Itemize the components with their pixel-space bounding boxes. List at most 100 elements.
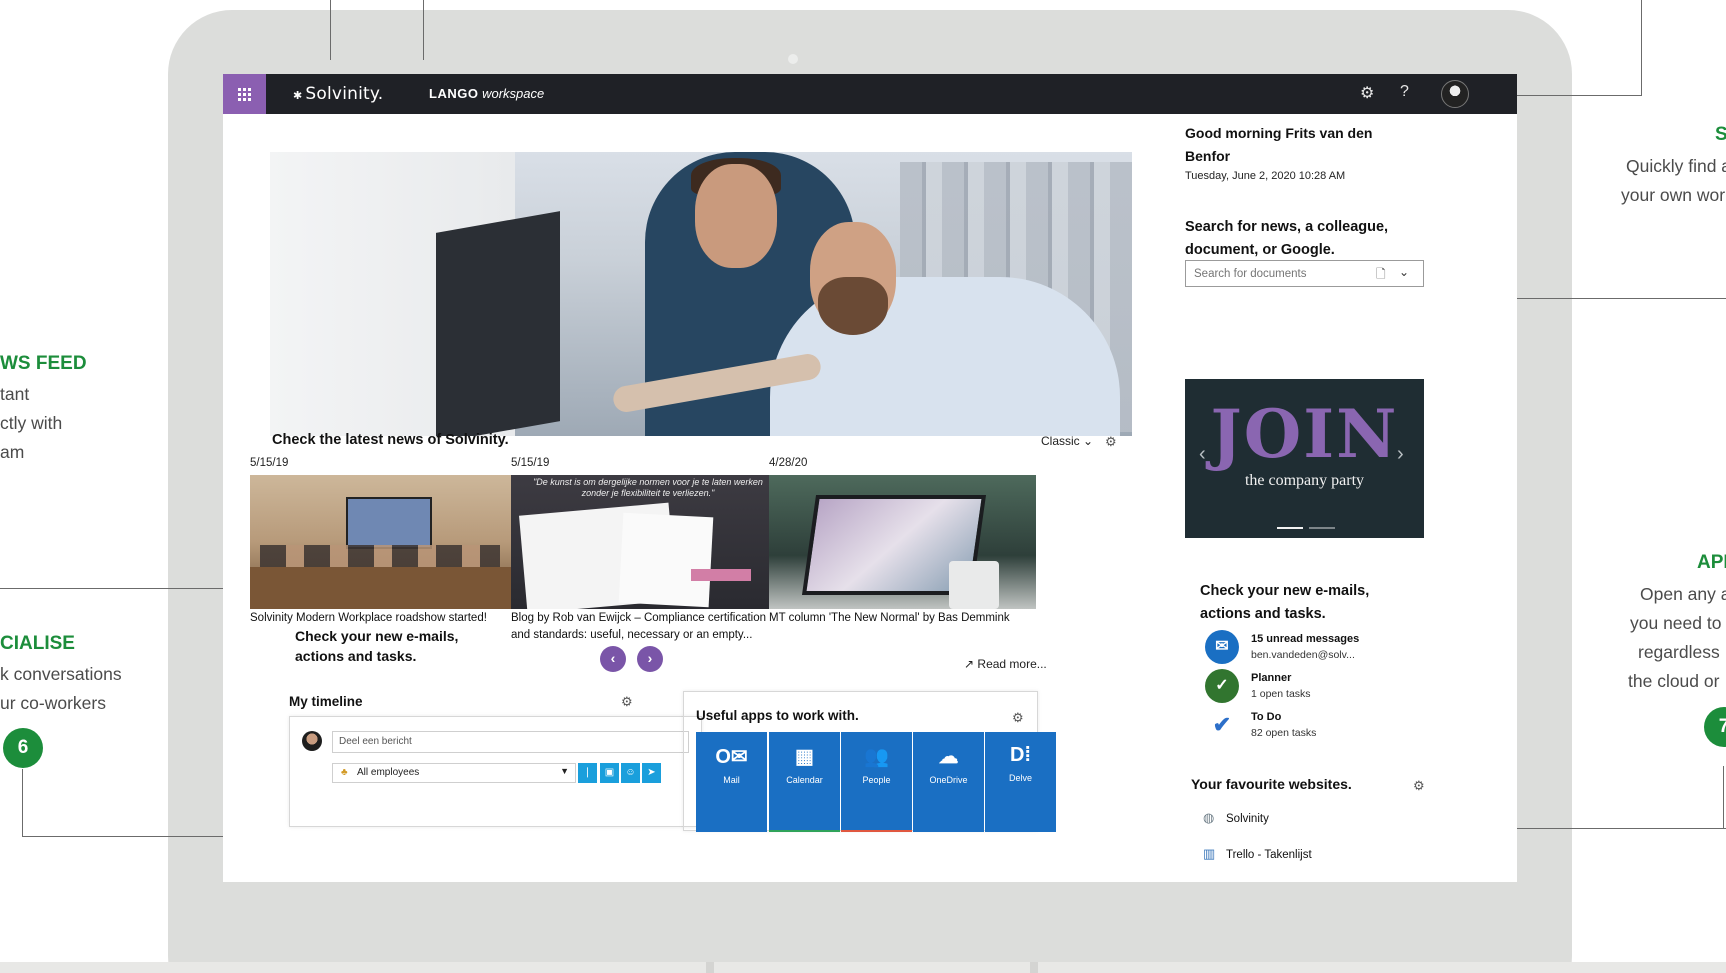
next-news-button[interactable]: ›: [637, 646, 663, 672]
top-navigation-bar: ✱ Solvinity. LANGO workspace ⚙ ?: [223, 74, 1517, 114]
step-number-badge: 7: [1704, 707, 1726, 747]
outlook-icon: O✉: [715, 746, 748, 768]
task-item-mail[interactable]: ✉ 15 unread messages ben.vandeden@solv..…: [1205, 630, 1415, 666]
app-tile-accent: [913, 830, 984, 832]
external-arrow-icon: ↗: [964, 657, 975, 671]
read-more-label: Read more...: [977, 657, 1047, 671]
brand-mark-icon: ✱: [293, 89, 303, 102]
carousel-indicator[interactable]: [1309, 527, 1335, 529]
trello-icon: ▥: [1203, 846, 1216, 861]
laptop-hinge-left: [706, 962, 714, 973]
annotation-line: [1517, 95, 1642, 96]
news-title[interactable]: MT column 'The New Normal' by Bas Demmin…: [769, 610, 1036, 627]
app-tile-onedrive[interactable]: ☁ OneDrive: [913, 732, 984, 832]
event-banner[interactable]: JOIN the company party ‹ ›: [1185, 379, 1424, 538]
todo-icon: ✔: [1205, 708, 1239, 742]
image-quote: "De kunst is om dergelijke normen voor j…: [533, 477, 763, 498]
app-tile-mail[interactable]: O✉ Mail: [696, 732, 767, 832]
chevron-left-icon[interactable]: ‹: [1199, 443, 1206, 466]
app-tile-calendar[interactable]: ▦ Calendar: [769, 732, 840, 832]
document-icon[interactable]: 🗋: [1376, 265, 1386, 286]
emoji-icon[interactable]: ☺: [621, 763, 640, 783]
app-tile-accent: [985, 830, 1056, 832]
socialise-annotation-text: k conversations ur co-workers: [0, 660, 122, 718]
brand-logo[interactable]: ✱ Solvinity.: [293, 84, 383, 104]
help-button[interactable]: ?: [1400, 83, 1409, 101]
send-icon[interactable]: ➤: [642, 763, 661, 783]
step-number-badge: 6: [3, 728, 43, 768]
avatar: [302, 731, 322, 751]
prev-news-button[interactable]: ‹: [600, 646, 626, 672]
news-date: 4/28/20: [769, 457, 808, 469]
news-card[interactable]: 4/28/20 MT column 'The New Normal' by Ba…: [769, 457, 1036, 627]
annotation-line: [330, 0, 331, 60]
view-selector[interactable]: Classic ⌄: [1041, 434, 1093, 448]
gear-icon[interactable]: ⚙: [1105, 434, 1117, 450]
app-tile-label: Calendar: [786, 775, 823, 785]
chevron-down-icon[interactable]: ⌄: [1399, 265, 1409, 279]
news-title[interactable]: Solvinity Modern Workplace roadshow star…: [250, 610, 517, 627]
hero-person-head: [695, 164, 777, 268]
app-launcher-button[interactable]: [223, 74, 266, 114]
people-icon: 👥: [864, 746, 889, 768]
planner-icon: ✓: [1205, 669, 1239, 703]
post-message-input[interactable]: Deel een bericht: [332, 731, 689, 753]
workspace-italic: workspace: [482, 86, 545, 101]
timeline-title: My timeline: [289, 694, 363, 709]
news-feed-annotation-heading: WS FEED: [0, 353, 87, 374]
annotation-line: [1641, 0, 1642, 96]
conference-table: [250, 567, 517, 609]
app-tile-delve[interactable]: D⁞ Delve: [985, 732, 1056, 832]
gear-icon[interactable]: ⚙: [1360, 83, 1374, 103]
favourite-label: Solvinity: [1226, 813, 1269, 825]
news-card[interactable]: 5/15/19 "De kunst is om dergelijke norme…: [511, 457, 778, 644]
task-title: To Do: [1251, 711, 1282, 723]
task-subtitle: 1 open tasks: [1251, 688, 1311, 700]
news-title[interactable]: Blog by Rob van Ewijck – Compliance cert…: [511, 610, 778, 644]
waffle-icon: [238, 87, 251, 101]
camera-dot: [788, 54, 798, 64]
task-title: Planner: [1251, 672, 1292, 684]
mail-tasks-title: Check your new e-mails, actions and task…: [1200, 583, 1370, 622]
search-annotation-heading: S: [1715, 124, 1726, 145]
app-tile-label: Mail: [723, 775, 740, 785]
app-tile-people[interactable]: 👥 People: [841, 732, 912, 832]
search-input[interactable]: [1186, 261, 1364, 286]
news-date: 5/15/19: [511, 457, 550, 469]
annotation-line-text: ctly with: [0, 413, 63, 433]
task-item-todo[interactable]: ✔ To Do 82 open tasks: [1205, 708, 1415, 744]
brand-name: Solvinity.: [305, 84, 384, 104]
annotation-line-text: your own wor: [1621, 185, 1726, 205]
carousel-indicator-active[interactable]: [1277, 527, 1303, 529]
read-more-link[interactable]: ↗ Read more...: [964, 657, 1047, 671]
app-tile-accent: [696, 830, 767, 832]
document-graphic: [618, 512, 714, 608]
gear-icon[interactable]: ⚙: [1012, 710, 1024, 726]
annotation-line-text: the cloud or: [1628, 671, 1720, 691]
audience-select[interactable]: ♣ All employees ▼: [332, 763, 576, 783]
annotation-line-text: Quickly find a: [1626, 156, 1726, 176]
audience-value: All employees: [357, 767, 420, 778]
annotation-line-text: tant: [0, 384, 30, 404]
gear-icon[interactable]: ⚙: [1413, 778, 1425, 794]
app-tile-label: OneDrive: [929, 775, 968, 785]
chevron-right-icon[interactable]: ›: [1397, 443, 1404, 466]
attach-icon[interactable]: ❘: [578, 763, 597, 783]
news-card[interactable]: 5/15/19 Solvinity Modern Workplace roads…: [250, 457, 517, 627]
favourites-title: Your favourite websites.: [1191, 776, 1352, 792]
task-item-planner[interactable]: ✓ Planner 1 open tasks: [1205, 669, 1415, 705]
annotation-line-text: am: [0, 442, 25, 462]
apps-title: Useful apps to work with.: [696, 708, 859, 723]
favourite-link[interactable]: ◍ Solvinity: [1203, 810, 1269, 826]
read-blog-graphic: [691, 569, 751, 581]
favourite-link[interactable]: ▥ Trello - Takenlijst: [1203, 846, 1312, 862]
image-icon[interactable]: ▣: [600, 763, 619, 783]
news-image: [250, 475, 517, 609]
annotation-line-text: you need to: [1630, 613, 1722, 633]
apps-annotation-text: Open any a you need to regardless the cl…: [1628, 580, 1726, 696]
hero-person-beard: [818, 277, 888, 335]
gear-icon[interactable]: ⚙: [621, 694, 633, 710]
task-subtitle: ben.vandeden@solv...: [1251, 649, 1355, 661]
user-avatar[interactable]: [1441, 80, 1469, 108]
task-title: 15 unread messages: [1251, 633, 1360, 645]
